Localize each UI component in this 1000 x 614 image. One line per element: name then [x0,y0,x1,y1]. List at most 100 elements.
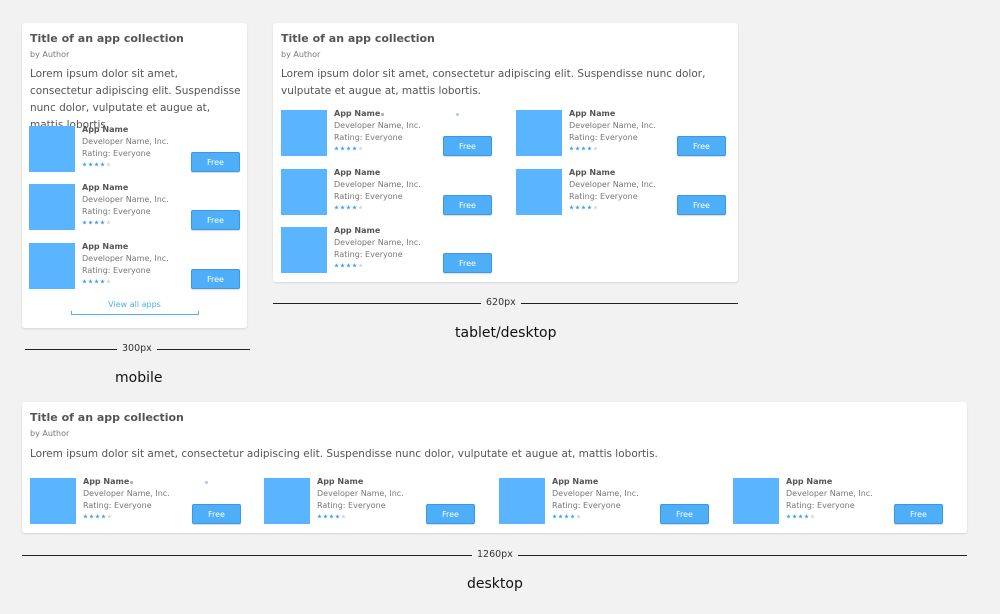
app-name[interactable]: App Name [569,109,615,118]
star-icon [810,514,815,519]
app-name[interactable]: App Name [334,109,380,118]
free-button[interactable]: Free [677,136,726,156]
app-developer[interactable]: Developer Name, Inc. [82,254,169,263]
app-developer[interactable]: Developer Name, Inc. [82,137,169,146]
app-item[interactable]: App Name Developer Name, Inc. Rating: Ev… [281,109,493,156]
app-name[interactable]: App Name [82,183,128,192]
star-icon [94,220,99,225]
app-developer[interactable]: Developer Name, Inc. [334,121,421,130]
star-rating [569,145,598,152]
app-developer[interactable]: Developer Name, Inc. [552,489,639,498]
free-button[interactable]: Free [191,269,240,289]
star-rating [82,219,111,226]
app-developer[interactable]: Developer Name, Inc. [82,195,169,204]
collection-author[interactable]: by Author [30,429,69,438]
star-icon [346,205,351,210]
app-rating: Rating: Everyone [569,192,638,201]
app-name[interactable]: App Name [786,477,832,486]
collection-card-mobile: Title of an app collection by Author Lor… [22,23,247,328]
app-item[interactable]: App Name Developer Name, Inc. Rating: Ev… [516,168,728,215]
free-button[interactable]: Free [677,195,726,215]
star-rating [334,145,363,152]
app-item[interactable]: App Name Developer Name, Inc. Rating: Ev… [264,477,476,524]
star-icon [346,146,351,151]
app-developer[interactable]: Developer Name, Inc. [317,489,404,498]
width-measure-desktop: 1260px [22,549,967,561]
free-button[interactable]: Free [660,504,709,524]
free-button[interactable]: Free [191,152,240,172]
app-thumbnail[interactable] [516,169,562,215]
app-thumbnail[interactable] [281,227,327,273]
star-icon [82,279,87,284]
caption-tablet: tablet/desktop [455,325,557,341]
star-icon [83,514,88,519]
app-name[interactable]: App Name [569,168,615,177]
app-thumbnail[interactable] [281,169,327,215]
app-item[interactable]: App Name Developer Name, Inc. Rating: Ev… [733,477,953,524]
app-developer[interactable]: Developer Name, Inc. [786,489,873,498]
star-icon [358,263,363,268]
app-item[interactable]: App Name Developer Name, Inc. Rating: Ev… [516,109,728,156]
star-rating [552,513,581,520]
view-all-apps-link[interactable]: View all apps [71,300,198,309]
app-thumbnail[interactable] [499,478,545,524]
app-developer[interactable]: Developer Name, Inc. [569,121,656,130]
app-rating: Rating: Everyone [317,501,386,510]
app-thumbnail[interactable] [29,184,75,230]
app-name[interactable]: App Name [82,242,128,251]
app-thumbnail[interactable] [30,478,76,524]
indicator-dot [456,113,459,116]
app-developer[interactable]: Developer Name, Inc. [334,238,421,247]
star-icon [346,263,351,268]
free-button[interactable]: Free [192,504,241,524]
app-name[interactable]: App Name [552,477,598,486]
app-name[interactable]: App Name [317,477,363,486]
app-item[interactable]: App Name Developer Name, Inc. Rating: Ev… [499,477,711,524]
star-icon [340,146,345,151]
app-item[interactable]: App Name Developer Name, Inc. Rating: Ev… [29,183,241,230]
collection-card-desktop: Title of an app collection by Author Lor… [22,402,967,533]
free-button[interactable]: Free [191,210,240,230]
star-icon [570,514,575,519]
app-name[interactable]: App Name [334,226,380,235]
app-developer[interactable]: Developer Name, Inc. [334,180,421,189]
indicator-dot [205,481,208,484]
app-item[interactable]: App Name Developer Name, Inc. Rating: Ev… [29,242,241,289]
separator-dot [381,113,384,116]
caption-mobile: mobile [115,370,163,386]
star-rating [569,204,598,211]
star-rating [334,204,363,211]
app-item[interactable]: App Name Developer Name, Inc. Rating: Ev… [281,168,493,215]
star-icon [341,514,346,519]
app-developer[interactable]: Developer Name, Inc. [569,180,656,189]
app-name[interactable]: App Name [83,477,129,486]
app-name[interactable]: App Name [334,168,380,177]
app-thumbnail[interactable] [264,478,310,524]
app-thumbnail[interactable] [29,243,75,289]
app-item[interactable]: App Name Developer Name, Inc. Rating: Ev… [29,125,241,172]
star-icon [575,205,580,210]
app-thumbnail[interactable] [29,126,75,172]
star-icon [334,205,339,210]
app-thumbnail[interactable] [281,110,327,156]
app-rating: Rating: Everyone [569,133,638,142]
free-button[interactable]: Free [443,253,492,273]
star-icon [575,146,580,151]
collection-author[interactable]: by Author [281,50,320,59]
star-icon [576,514,581,519]
free-button[interactable]: Free [443,136,492,156]
measure-label: 1260px [472,549,518,560]
free-button[interactable]: Free [443,195,492,215]
free-button[interactable]: Free [894,504,943,524]
app-item[interactable]: App Name Developer Name, Inc. Rating: Ev… [30,477,242,524]
star-icon [106,279,111,284]
star-rating [82,278,111,285]
app-developer[interactable]: Developer Name, Inc. [83,489,170,498]
star-icon [334,146,339,151]
app-item[interactable]: App Name Developer Name, Inc. Rating: Ev… [281,226,493,273]
app-thumbnail[interactable] [733,478,779,524]
collection-author[interactable]: by Author [30,50,69,59]
app-thumbnail[interactable] [516,110,562,156]
free-button[interactable]: Free [426,504,475,524]
app-name[interactable]: App Name [82,125,128,134]
